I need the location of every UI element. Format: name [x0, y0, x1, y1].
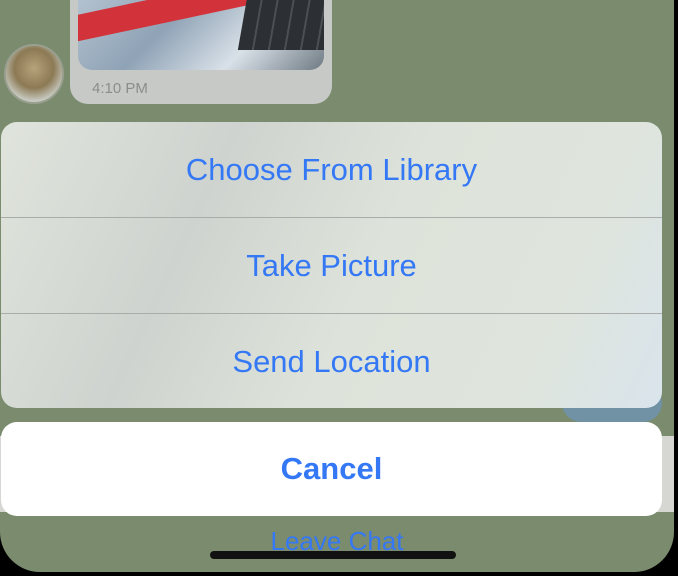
- choose-from-library-button[interactable]: Choose From Library: [1, 122, 662, 217]
- action-sheet-group: Choose From Library Take Picture Send Lo…: [1, 122, 662, 408]
- chat-screen: 4:10 PM Leave Chat Choose From Library T…: [0, 0, 674, 572]
- incoming-photo-message[interactable]: 4:10 PM: [70, 0, 332, 104]
- keyboard-image: [237, 0, 324, 50]
- message-photo[interactable]: [78, 0, 324, 70]
- message-timestamp: 4:10 PM: [92, 80, 148, 97]
- home-indicator[interactable]: [210, 551, 456, 559]
- send-location-button[interactable]: Send Location: [1, 314, 662, 408]
- contact-avatar[interactable]: [4, 44, 64, 104]
- bottle-label-image: [78, 0, 249, 43]
- cancel-button[interactable]: Cancel: [1, 422, 662, 516]
- take-picture-button[interactable]: Take Picture: [1, 218, 662, 313]
